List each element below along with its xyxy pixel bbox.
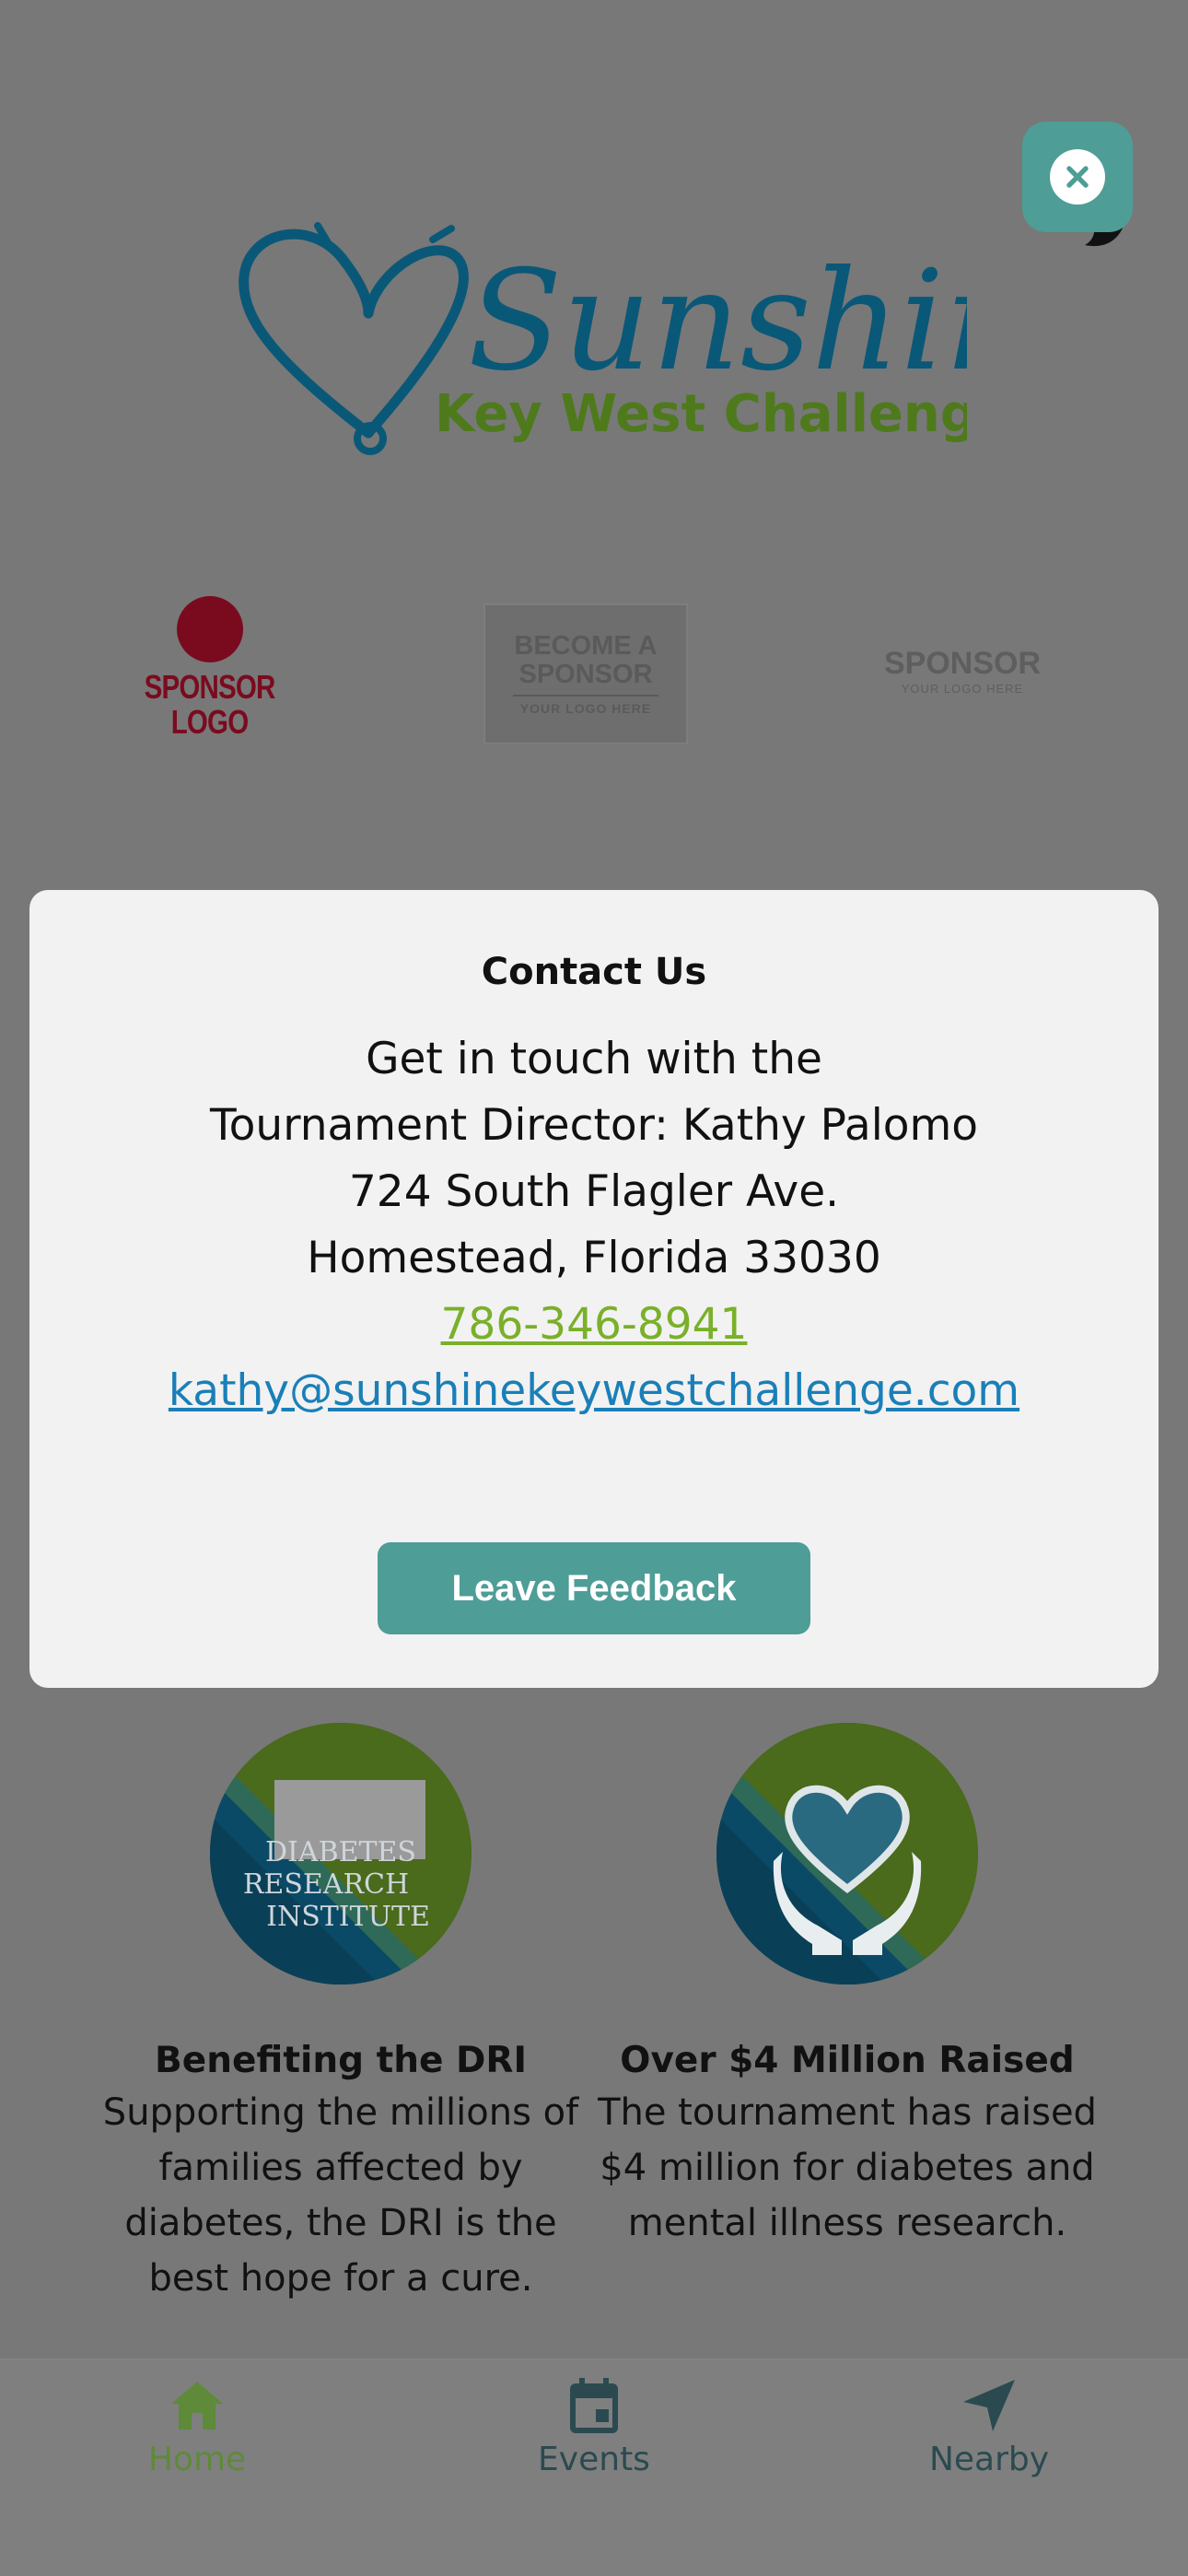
phone-link[interactable]: 786-346-8941 xyxy=(441,1292,748,1358)
dri-line-2: RESEARCH xyxy=(243,1868,409,1901)
home-icon xyxy=(171,2382,223,2430)
sponsor-logo-2[interactable]: BECOME A SPONSOR YOUR LOGO HERE xyxy=(483,603,688,744)
modal-title: Contact Us xyxy=(481,951,707,993)
contact-line: Tournament Director: Kathy Palomo xyxy=(209,1100,979,1151)
address-line: Homestead, Florida 33030 xyxy=(307,1233,881,1283)
tab-events[interactable]: Events xyxy=(493,2376,695,2478)
feature-body: The tournament has raised $4 million for… xyxy=(598,2091,1097,2244)
feature-raised: Over $4 Million Raised The tournament ha… xyxy=(589,1723,1105,2251)
close-button[interactable] xyxy=(1022,122,1133,232)
sponsor-strip: SPONSOR LOGO BECOME A SPONSOR YOUR LOGO HE… xyxy=(0,580,1188,755)
feature-section: DIABETES RESEARCH INSTITUTE Benefiting t… xyxy=(0,1723,1188,2331)
email-link[interactable]: kathy@sunshinekeywestchallenge.com xyxy=(169,1358,1019,1424)
location-arrow-icon xyxy=(963,2380,1015,2431)
feature-title: Benefiting the DRI xyxy=(155,2040,527,2081)
dri-line-3: INSTITUTE xyxy=(266,1901,430,1933)
sponsor-logo-text-1: SPONSOR LOGO xyxy=(144,668,276,741)
dri-badge: DIABETES RESEARCH INSTITUTE xyxy=(210,1723,472,1985)
sponsor-logo-3[interactable]: SPONSOR YOUR LOGO HERE xyxy=(866,636,1059,705)
leave-feedback-button[interactable]: Leave Feedback xyxy=(378,1542,810,1634)
contact-line: Get in touch with the xyxy=(366,1034,822,1084)
calendar-icon xyxy=(570,2378,618,2433)
bottom-tab-bar: Home Events Nearby xyxy=(0,2359,1188,2576)
address-line: 724 South Flagler Ave. xyxy=(348,1166,840,1217)
tab-home-label: Home xyxy=(147,2441,247,2478)
tab-nearby[interactable]: Nearby xyxy=(888,2376,1090,2478)
sunshine-logo: Sunshine Key West Challenge xyxy=(230,212,1115,461)
heart-in-hands-icon xyxy=(716,1723,978,1985)
feature-body: Supporting the millions of families affe… xyxy=(102,2091,579,2300)
feature-title: Over $4 Million Raised xyxy=(620,2040,1075,2081)
sponsor-logo-small-2: YOUR LOGO HERE xyxy=(519,701,652,716)
logo-subtitle: Key West Challenge xyxy=(435,384,967,444)
heart-fishhook-icon: Sunshine Key West Challenge xyxy=(239,222,1115,455)
tab-nearby-label: Nearby xyxy=(928,2441,1050,2478)
sponsor-rule xyxy=(513,695,658,697)
close-icon xyxy=(1050,149,1105,205)
sponsor-logo-text-2: BECOME A SPONSOR xyxy=(514,631,658,689)
contact-modal: Contact Us Get in touch with the Tournam… xyxy=(29,890,1159,1688)
logo-title: Sunshine xyxy=(468,241,967,402)
sponsor-logo-1[interactable]: SPONSOR LOGO xyxy=(129,590,290,746)
sponsor-logo-small-3: YOUR LOGO HERE xyxy=(901,681,1024,696)
tab-events-label: Events xyxy=(538,2441,650,2478)
dri-line-1: DIABETES xyxy=(265,1836,416,1868)
tab-home[interactable]: Home xyxy=(96,2376,298,2478)
contact-details: Get in touch with the Tournament Directo… xyxy=(29,1026,1159,1424)
feature-dri: DIABETES RESEARCH INSTITUTE Benefiting t… xyxy=(83,1723,599,2306)
sponsor-dot xyxy=(176,596,243,662)
sponsor-logo-text-3: SPONSOR xyxy=(883,645,1042,681)
